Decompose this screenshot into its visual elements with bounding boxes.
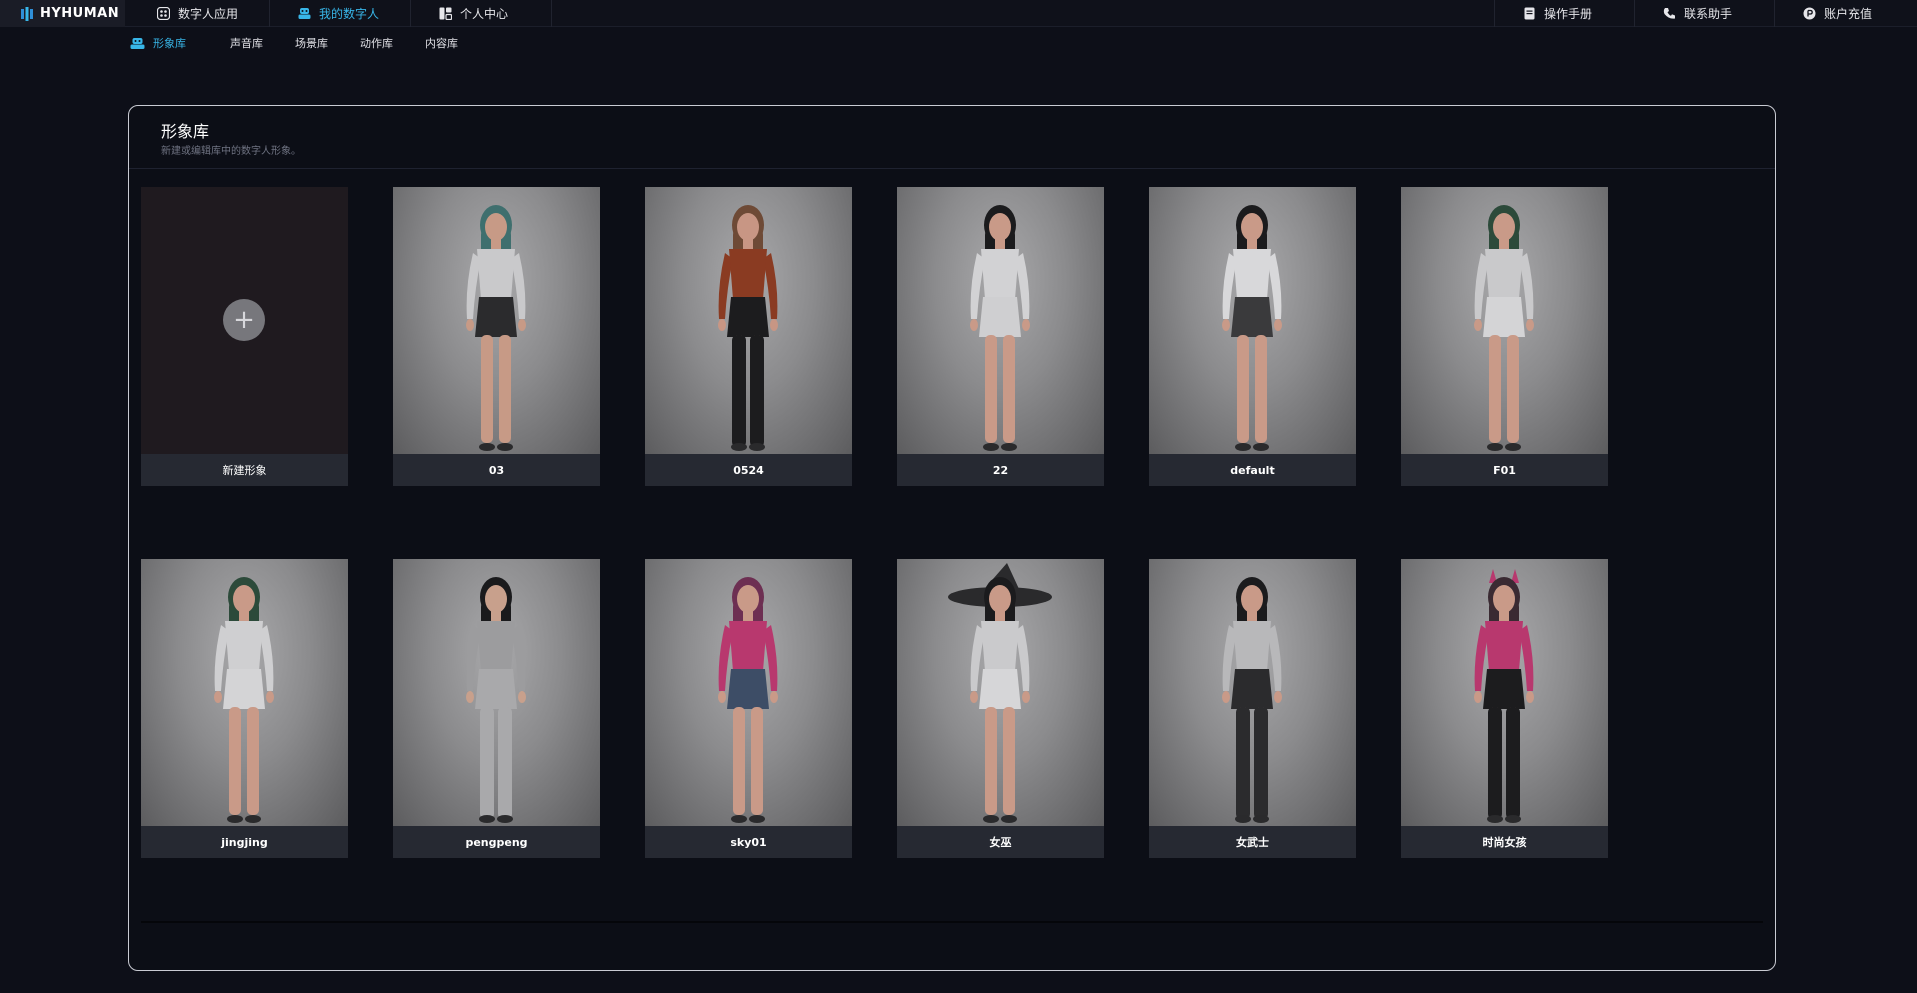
avatar-thumbnail[interactable]	[1401, 559, 1608, 826]
apps-icon	[157, 7, 170, 20]
nav-digital-human-apps[interactable]: 数字人应用	[143, 0, 270, 27]
tab-label: 内容库	[425, 37, 458, 50]
avatar-card-label: default	[1149, 454, 1356, 486]
avatar-card[interactable]: 时尚女孩	[1401, 559, 1608, 858]
avatar-card[interactable]: 0524	[645, 187, 852, 486]
avatar-figure-icon	[718, 577, 778, 823]
manual-icon	[1524, 7, 1535, 20]
top-navigation-bar: HYHUMAN 数字人应用 我的数字人 个人中心 操作手册 联系助手 账户充值	[0, 0, 1917, 27]
nav-my-digital-human[interactable]: 我的数字人	[284, 0, 411, 27]
tab-content-library[interactable]: 内容库	[425, 34, 458, 52]
avatar-card-label: 女巫	[897, 826, 1104, 858]
tab-label: 声音库	[230, 37, 263, 50]
avatar-figure-icon	[466, 205, 526, 451]
tab-avatar-library[interactable]: 形象库	[130, 34, 186, 52]
avatar-figure-icon	[466, 577, 526, 823]
tab-label: 动作库	[360, 37, 393, 50]
avatar-card[interactable]: 女巫	[897, 559, 1104, 858]
avatar-card[interactable]: jingjing	[141, 559, 348, 858]
avatar-library-icon	[130, 37, 145, 49]
tab-scene-library[interactable]: 场景库	[295, 34, 328, 52]
avatar-figure-icon	[718, 205, 778, 451]
avatar-card[interactable]: sky01	[645, 559, 852, 858]
avatar-thumbnail[interactable]	[141, 559, 348, 826]
avatar-card-label: F01	[1401, 454, 1608, 486]
avatar-card[interactable]: 03	[393, 187, 600, 486]
nav-label: 数字人应用	[178, 7, 239, 21]
nav-label: 我的数字人	[319, 7, 380, 21]
tab-label: 形象库	[153, 37, 186, 50]
avatar-figure-icon	[970, 205, 1030, 451]
brand-name: HYHUMAN	[40, 6, 120, 21]
user-center-icon	[439, 7, 452, 20]
avatar-thumbnail[interactable]	[1401, 187, 1608, 454]
avatar-figure-icon	[214, 577, 274, 823]
nav-label: 账户充值	[1824, 7, 1873, 21]
new-avatar-card[interactable]: + 新建形象	[141, 187, 348, 486]
avatar-card-label: 新建形象	[141, 454, 348, 486]
nav-label: 操作手册	[1544, 7, 1593, 21]
tab-label: 场景库	[295, 37, 328, 50]
avatar-thumbnail[interactable]	[645, 187, 852, 454]
recharge-icon	[1803, 7, 1816, 20]
avatar-card-label: jingjing	[141, 826, 348, 858]
avatar-card[interactable]: pengpeng	[393, 559, 600, 858]
avatar-card[interactable]: 22	[897, 187, 1104, 486]
avatar-card-label: pengpeng	[393, 826, 600, 858]
avatar-card-label: 22	[897, 454, 1104, 486]
avatar-figure-icon	[1222, 205, 1282, 451]
avatar-thumbnail[interactable]	[393, 187, 600, 454]
add-avatar-icon[interactable]: +	[223, 299, 265, 341]
avatar-thumbnail[interactable]	[897, 559, 1104, 826]
avatar-figure-icon	[1222, 577, 1282, 823]
avatar-icon	[298, 8, 311, 19]
avatar-thumbnail[interactable]	[393, 559, 600, 826]
avatar-card[interactable]: F01	[1401, 187, 1608, 486]
avatar-thumbnail[interactable]	[1149, 559, 1356, 826]
tab-voice-library[interactable]: 声音库	[230, 34, 263, 52]
avatar-card[interactable]: 女武士	[1149, 559, 1356, 858]
avatar-card-label: sky01	[645, 826, 852, 858]
avatar-library-panel: 形象库 新建或编辑库中的数字人形象。 + 新建形象 03 0524 22 default F…	[128, 105, 1776, 971]
brand-logo[interactable]: HYHUMAN	[0, 0, 125, 27]
tab-motion-library[interactable]: 动作库	[360, 34, 393, 52]
nav-account-recharge[interactable]: 账户充值	[1774, 0, 1914, 27]
avatar-thumbnail[interactable]	[645, 559, 852, 826]
avatar-figure-icon	[1474, 569, 1534, 823]
nav-contact-assistant[interactable]: 联系助手	[1634, 0, 1774, 27]
page-title: 形象库	[161, 122, 210, 141]
avatar-card-label: 女武士	[1149, 826, 1356, 858]
header-divider	[129, 168, 1775, 169]
bottom-divider	[141, 921, 1763, 923]
avatar-card-label: 0524	[645, 454, 852, 486]
avatar-figure-icon	[948, 563, 1052, 823]
page-subtitle: 新建或编辑库中的数字人形象。	[161, 146, 301, 157]
avatar-card-label: 03	[393, 454, 600, 486]
nav-label: 个人中心	[460, 7, 509, 21]
nav-manual[interactable]: 操作手册	[1494, 0, 1634, 27]
avatar-card[interactable]: default	[1149, 187, 1356, 486]
avatar-thumbnail[interactable]	[897, 187, 1104, 454]
nav-personal-center[interactable]: 个人中心	[425, 0, 552, 27]
phone-icon	[1663, 8, 1675, 19]
nav-label: 联系助手	[1684, 7, 1733, 21]
avatar-thumbnail[interactable]	[1149, 187, 1356, 454]
new-avatar-area[interactable]: +	[141, 187, 348, 454]
sub-navigation: 形象库 声音库 场景库 动作库 内容库	[0, 28, 1917, 58]
logo-mark-icon	[21, 6, 33, 21]
avatar-card-label: 时尚女孩	[1401, 826, 1608, 858]
avatar-figure-icon	[1474, 205, 1534, 451]
